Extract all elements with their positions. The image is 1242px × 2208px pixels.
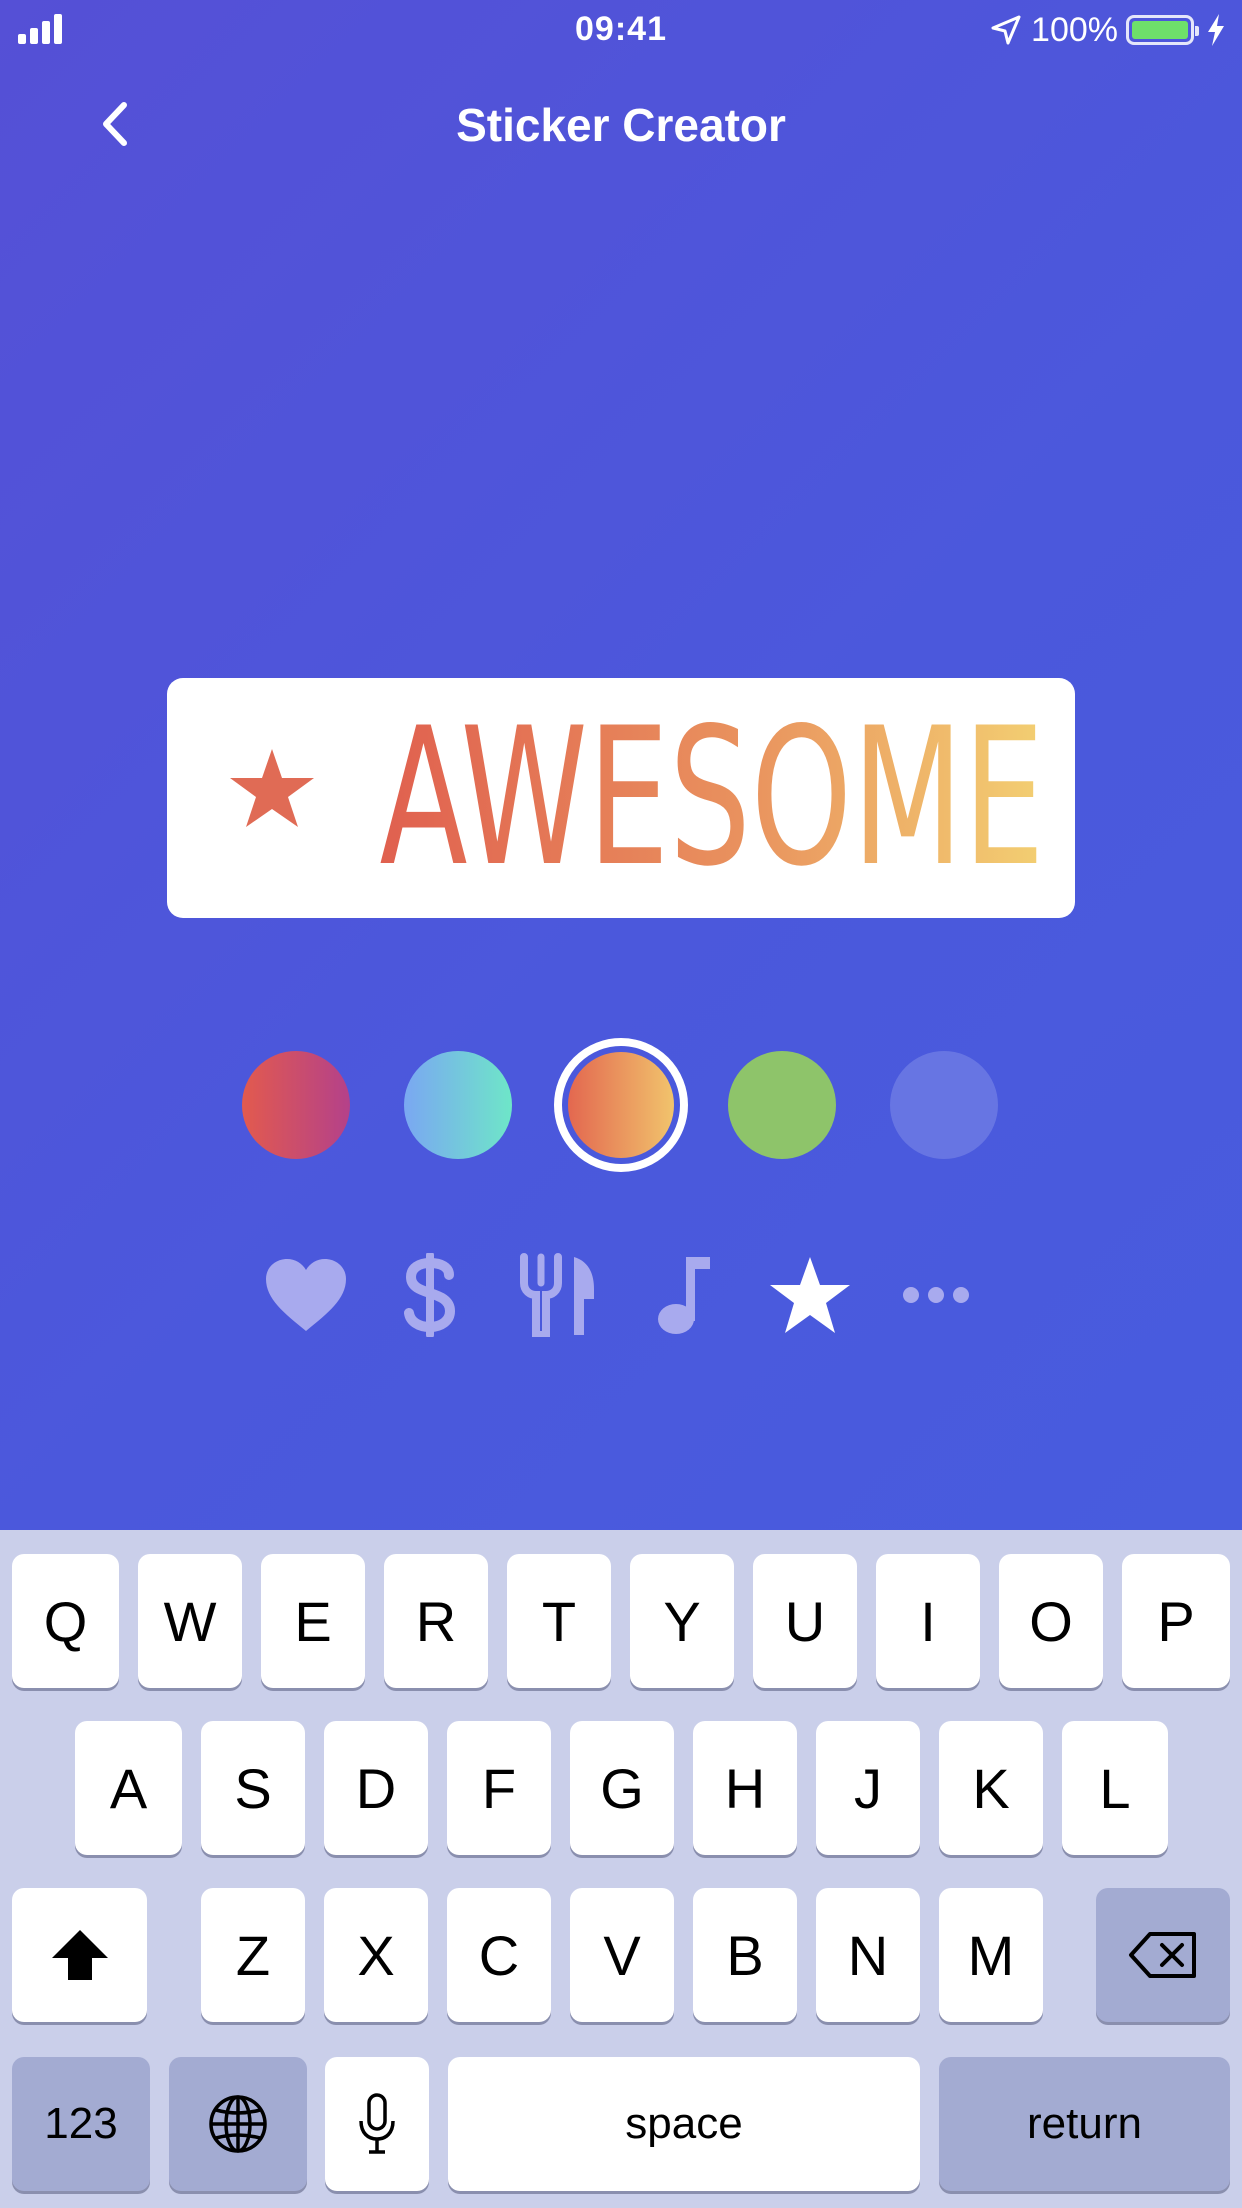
key-h[interactable]: H bbox=[693, 1721, 797, 1855]
color-swatches bbox=[0, 1038, 1242, 1172]
color-swatch-green[interactable] bbox=[728, 1051, 836, 1159]
fork-knife-button[interactable] bbox=[508, 1245, 608, 1345]
battery-percent: 100% bbox=[1031, 10, 1118, 49]
key-g[interactable]: G bbox=[570, 1721, 674, 1855]
status-bar: 09:41 100% bbox=[0, 0, 1242, 60]
microphone-icon bbox=[359, 2093, 395, 2154]
key-l[interactable]: L bbox=[1062, 1721, 1168, 1855]
keyboard: Q W E R T Y U I O P A S D F G H J K L Z … bbox=[0, 1530, 1242, 2208]
heart-button[interactable] bbox=[256, 1245, 356, 1345]
star-icon bbox=[770, 1257, 850, 1333]
key-d[interactable]: D bbox=[324, 1721, 428, 1855]
fork-knife-icon bbox=[520, 1253, 594, 1337]
microphone-key[interactable] bbox=[325, 2057, 429, 2191]
music-note-icon bbox=[658, 1257, 710, 1334]
globe-icon bbox=[209, 2095, 267, 2153]
key-v[interactable]: V bbox=[570, 1888, 674, 2022]
numbers-key[interactable]: 123 bbox=[12, 2057, 150, 2191]
key-o[interactable]: O bbox=[999, 1554, 1103, 1688]
key-j[interactable]: J bbox=[816, 1721, 920, 1855]
key-x[interactable]: X bbox=[324, 1888, 428, 2022]
music-button[interactable] bbox=[634, 1245, 734, 1345]
key-a[interactable]: A bbox=[75, 1721, 182, 1855]
return-key[interactable]: return bbox=[939, 2057, 1230, 2191]
heart-icon bbox=[266, 1259, 346, 1331]
color-swatch-translucent[interactable] bbox=[890, 1051, 998, 1159]
status-right: 100% bbox=[989, 8, 1226, 52]
key-m[interactable]: M bbox=[939, 1888, 1043, 2022]
sticker-preview[interactable]: AWESOME bbox=[167, 678, 1075, 918]
more-button[interactable] bbox=[886, 1245, 986, 1345]
key-q[interactable]: Q bbox=[12, 1554, 119, 1688]
key-e[interactable]: E bbox=[261, 1554, 365, 1688]
key-s[interactable]: S bbox=[201, 1721, 305, 1855]
dollar-icon bbox=[404, 1253, 456, 1337]
space-key[interactable]: space bbox=[448, 2057, 920, 2191]
star-button[interactable] bbox=[760, 1245, 860, 1345]
key-b[interactable]: B bbox=[693, 1888, 797, 2022]
battery-icon bbox=[1126, 15, 1199, 45]
key-y[interactable]: Y bbox=[630, 1554, 734, 1688]
key-r[interactable]: R bbox=[384, 1554, 488, 1688]
globe-key[interactable] bbox=[169, 2057, 307, 2191]
location-icon bbox=[991, 15, 1021, 45]
nav-bar: Sticker Creator bbox=[0, 80, 1242, 170]
charging-icon bbox=[1208, 14, 1224, 46]
key-n[interactable]: N bbox=[816, 1888, 920, 2022]
star-icon bbox=[230, 749, 314, 827]
shift-key[interactable] bbox=[12, 1888, 147, 2022]
color-swatch-red-purple[interactable] bbox=[242, 1051, 350, 1159]
dollar-button[interactable] bbox=[380, 1245, 480, 1345]
color-swatch-orange-yellow[interactable] bbox=[554, 1038, 688, 1172]
key-t[interactable]: T bbox=[507, 1554, 611, 1688]
backspace-icon bbox=[1129, 1932, 1196, 1978]
key-f[interactable]: F bbox=[447, 1721, 551, 1855]
sticker-graphic: AWESOME bbox=[230, 687, 1045, 908]
backspace-key[interactable] bbox=[1096, 1888, 1230, 2022]
sticker-icon-picker bbox=[0, 1245, 1242, 1345]
key-c[interactable]: C bbox=[447, 1888, 551, 2022]
key-k[interactable]: K bbox=[939, 1721, 1043, 1855]
key-p[interactable]: P bbox=[1122, 1554, 1230, 1688]
shift-icon bbox=[51, 1930, 108, 1980]
more-icon bbox=[903, 1287, 969, 1303]
key-i[interactable]: I bbox=[876, 1554, 980, 1688]
key-z[interactable]: Z bbox=[201, 1888, 305, 2022]
sticker-text: AWESOME bbox=[380, 687, 1045, 908]
page-title: Sticker Creator bbox=[456, 99, 786, 151]
key-w[interactable]: W bbox=[138, 1554, 242, 1688]
color-swatch-blue-teal[interactable] bbox=[404, 1051, 512, 1159]
key-u[interactable]: U bbox=[753, 1554, 857, 1688]
